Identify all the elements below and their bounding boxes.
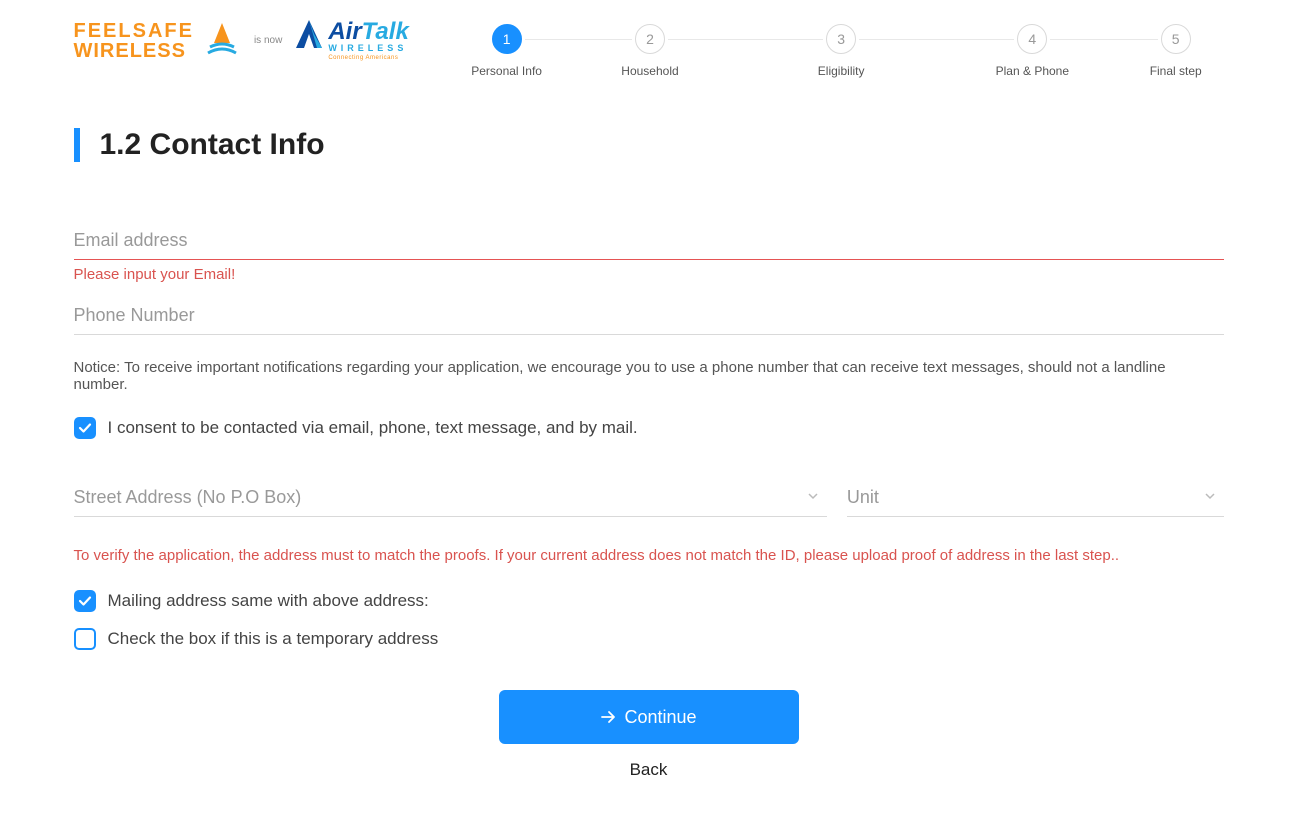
address-row xyxy=(74,479,1224,517)
email-row: Please input your Email! xyxy=(74,222,1224,283)
step-line xyxy=(525,39,555,40)
step-5: 5 Final step xyxy=(1128,24,1224,78)
section-title-bar: 1.2 Contact Info xyxy=(74,128,1224,162)
airtalk-icon xyxy=(294,20,324,54)
section-title: 1.2 Contact Info xyxy=(100,128,1224,162)
airtalk-logo: AirTalk WIRELESS Connecting Americans xyxy=(294,20,408,61)
arrow-right-icon xyxy=(600,709,616,725)
step-circle: 5 xyxy=(1161,24,1191,54)
action-row: Continue Back xyxy=(74,690,1224,780)
feelsafe-text-1: FEELSAFE xyxy=(74,21,194,41)
feelsafe-wifi-icon xyxy=(202,23,242,59)
airtalk-sub: WIRELESS xyxy=(328,44,408,53)
mailing-same-label: Mailing address same with above address: xyxy=(108,591,429,611)
check-icon xyxy=(78,594,92,608)
feelsafe-logo: FEELSAFE WIRELESS xyxy=(74,21,194,61)
back-label: Back xyxy=(630,760,668,779)
progress-stepper: 1 Personal Info 2 Household 3 Eligibility 4 Pla… xyxy=(459,20,1224,78)
step-label: Household xyxy=(621,64,678,78)
continue-label: Continue xyxy=(624,707,696,728)
step-circle: 2 xyxy=(635,24,665,54)
step-4: 4 Plan & Phone xyxy=(937,24,1128,78)
step-circle: 1 xyxy=(492,24,522,54)
airtalk-tag: Connecting Americans xyxy=(328,55,408,61)
address-warning: To verify the application, the address m… xyxy=(74,547,1224,564)
step-label: Personal Info xyxy=(471,64,542,78)
feelsafe-text-2: WIRELESS xyxy=(74,41,194,61)
step-1: 1 Personal Info xyxy=(459,24,555,78)
phone-input[interactable] xyxy=(74,297,1224,335)
street-address-input[interactable] xyxy=(74,479,827,517)
step-label: Eligibility xyxy=(818,64,865,78)
temp-address-label: Check the box if this is a temporary add… xyxy=(108,629,439,649)
step-2: 2 Household xyxy=(554,24,745,78)
email-input[interactable] xyxy=(74,222,1224,260)
airtalk-title: AirTalk xyxy=(328,20,408,44)
is-now-text: is now xyxy=(250,35,286,46)
check-icon xyxy=(78,421,92,435)
temp-address-row: Check the box if this is a temporary add… xyxy=(74,628,1224,650)
step-circle: 3 xyxy=(826,24,856,54)
continue-button[interactable]: Continue xyxy=(499,690,799,744)
step-label: Final step xyxy=(1150,64,1202,78)
step-line xyxy=(554,39,632,40)
phone-notice: Notice: To receive important notificatio… xyxy=(74,359,1224,393)
phone-row xyxy=(74,297,1224,335)
temp-address-checkbox[interactable] xyxy=(74,628,96,650)
consent-checkbox[interactable] xyxy=(74,417,96,439)
step-label: Plan & Phone xyxy=(996,64,1069,78)
back-button[interactable]: Back xyxy=(630,760,668,780)
step-line xyxy=(746,39,824,40)
mailing-same-row: Mailing address same with above address: xyxy=(74,590,1224,612)
email-error-msg: Please input your Email! xyxy=(74,266,1224,283)
logo-block: FEELSAFE WIRELESS is now AirTalk WIRELES… xyxy=(74,20,409,61)
step-line xyxy=(1050,39,1128,40)
step-line xyxy=(937,39,1015,40)
step-line xyxy=(859,39,937,40)
consent-row: I consent to be contacted via email, pho… xyxy=(74,417,1224,439)
consent-label: I consent to be contacted via email, pho… xyxy=(108,418,638,438)
step-circle: 4 xyxy=(1017,24,1047,54)
header-row: FEELSAFE WIRELESS is now AirTalk WIRELES… xyxy=(74,20,1224,78)
step-line xyxy=(668,39,746,40)
step-line xyxy=(1128,39,1158,40)
step-3: 3 Eligibility xyxy=(746,24,937,78)
unit-input[interactable] xyxy=(847,479,1224,517)
mailing-same-checkbox[interactable] xyxy=(74,590,96,612)
